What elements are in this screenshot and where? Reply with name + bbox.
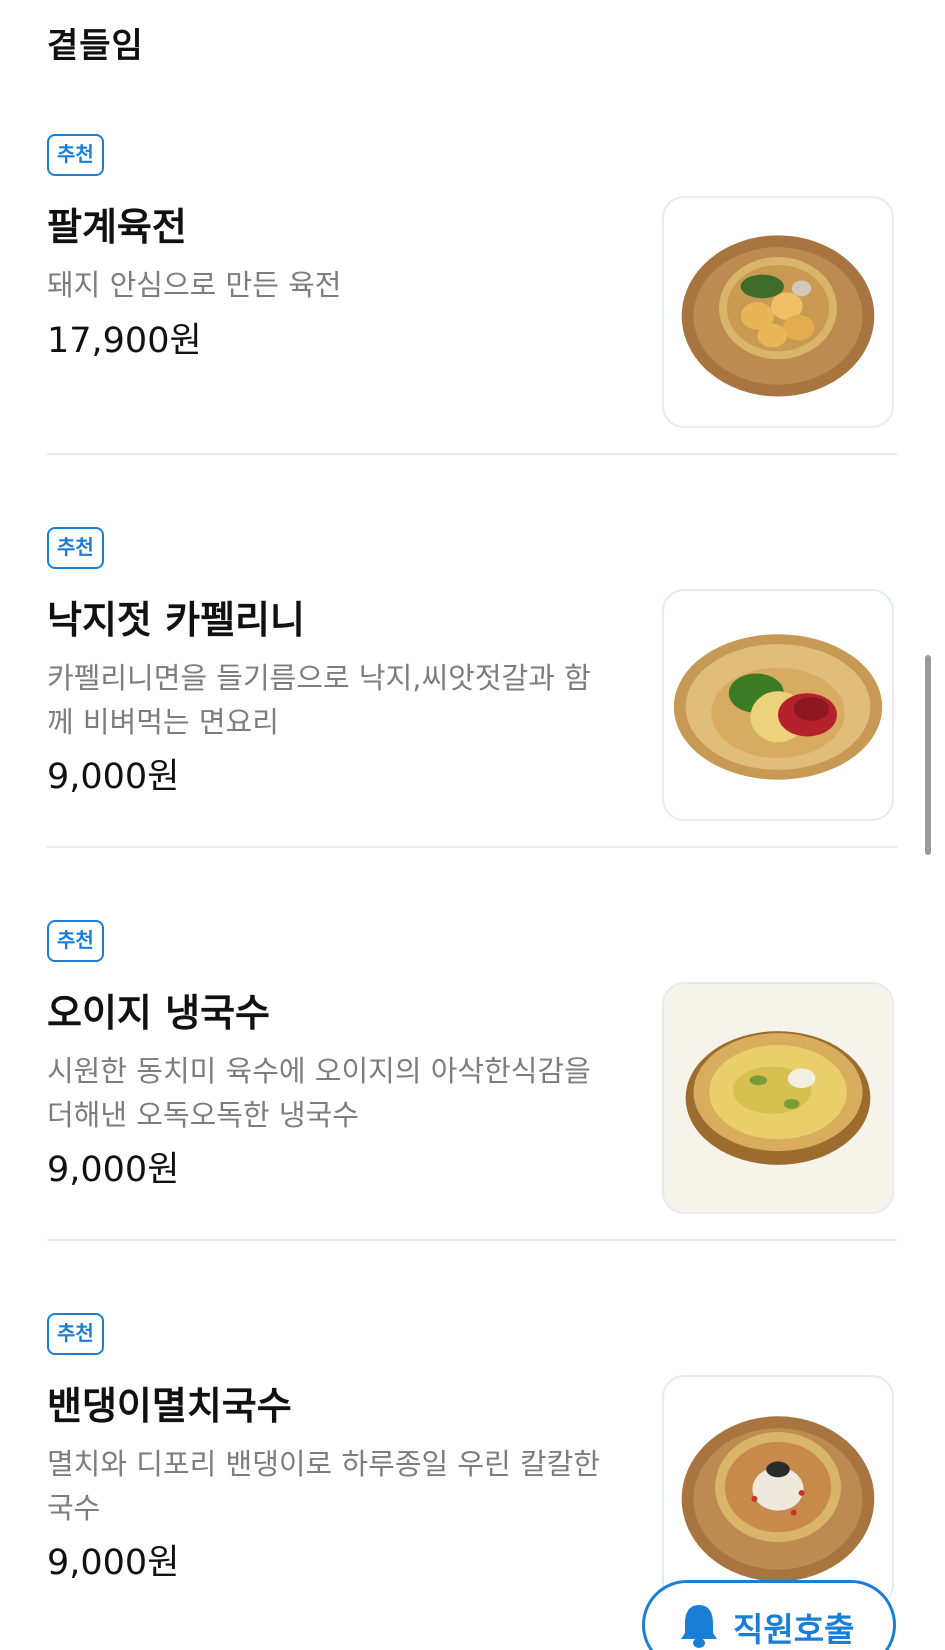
section-title: 곁들임: [47, 26, 144, 66]
food-image-myeolchi-guksu: [681, 1416, 875, 1582]
food-image-capellini: [673, 634, 883, 780]
item-price: 9,000원: [47, 1150, 180, 1190]
menu-item[interactable]: 추천 오이지 냉국수 시원한 동치미 육수에 오이지의 아삭한식감을 더해낸 오…: [0, 914, 945, 1307]
menu-item[interactable]: 추천 낙지젓 카펠리니 카펠리니면을 들기름으로 낙지,씨앗젓갈과 함께 비벼먹…: [0, 521, 945, 914]
item-description: 멸치와 디포리 밴댕이로 하루종일 우린 칼칼한국수: [47, 1447, 601, 1525]
recommended-badge: 추천: [47, 920, 104, 962]
call-staff-button[interactable]: 직원호출: [642, 1580, 896, 1650]
food-image[interactable]: [662, 982, 894, 1214]
food-image[interactable]: [662, 196, 894, 428]
scrollbar[interactable]: [925, 655, 931, 855]
item-description: 돼지 안심으로 만든 육전: [47, 268, 342, 302]
item-description: 시원한 동치미 육수에 오이지의 아삭한식감을 더해낸 오독오독한 냉국수: [47, 1054, 591, 1132]
food-image[interactable]: [662, 1375, 894, 1607]
item-name: 오이지 냉국수: [47, 991, 270, 1035]
recommended-badge: 추천: [47, 134, 104, 176]
item-price: 9,000원: [47, 1543, 180, 1583]
food-image-yukjeon: [681, 235, 875, 397]
item-price: 17,900원: [47, 321, 202, 361]
divider: [47, 453, 897, 455]
recommended-badge: 추천: [47, 527, 104, 569]
recommended-badge: 추천: [47, 1313, 104, 1355]
divider: [47, 1239, 897, 1241]
call-staff-label: 직원호출: [733, 1610, 855, 1649]
item-price: 9,000원: [47, 757, 180, 797]
menu-item[interactable]: 추천 팔계육전 돼지 안심으로 만든 육전 17,900원: [0, 128, 945, 521]
food-image-naengguksu: [685, 1031, 871, 1165]
item-name: 밴댕이멸치국수: [47, 1384, 292, 1428]
bell-icon: [681, 1605, 717, 1648]
menu-list: 추천 팔계육전 돼지 안심으로 만든 육전 17,900원 추천 낙지젓 카펠리…: [0, 128, 945, 1650]
food-image[interactable]: [662, 589, 894, 821]
item-name: 팔계육전: [47, 205, 187, 249]
divider: [47, 846, 897, 848]
item-name: 낙지젓 카펠리니: [47, 598, 305, 642]
item-description: 카펠리니면을 들기름으로 낙지,씨앗젓갈과 함께 비벼먹는 면요리: [47, 661, 591, 739]
